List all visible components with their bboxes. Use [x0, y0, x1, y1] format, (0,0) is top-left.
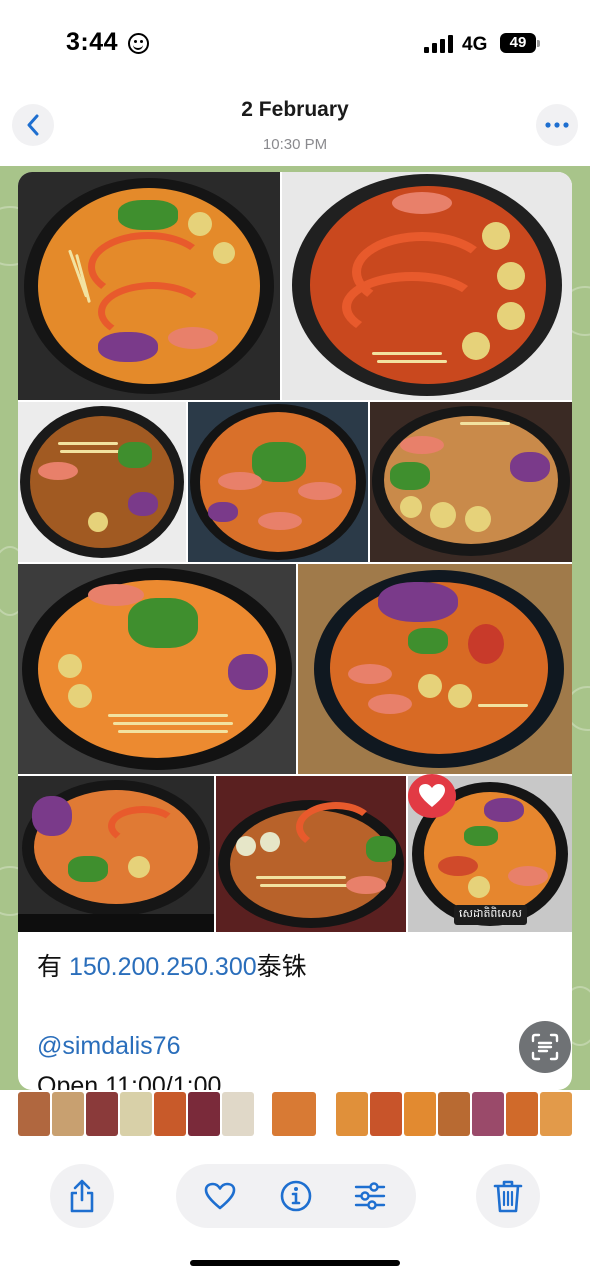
reaction-badge[interactable]	[408, 774, 456, 818]
thumbnail[interactable]	[120, 1092, 152, 1136]
page-title: 2 February	[241, 98, 349, 121]
status-time: 3:44	[66, 28, 119, 56]
thumbnail[interactable]	[86, 1092, 118, 1136]
message-bubble: សេដាតិពិសេស 有 150.200.250.300泰铢 @simdali…	[18, 172, 572, 1090]
thumbnail[interactable]	[540, 1092, 572, 1136]
opening-hours: Open 11:00/1:00	[37, 1072, 222, 1090]
food-photo[interactable]	[18, 776, 214, 932]
food-photo[interactable]	[18, 564, 296, 774]
viewer-header: 2 February 10:30 PM	[0, 90, 590, 162]
message-suffix: 泰铢	[256, 953, 307, 981]
heart-icon	[419, 784, 445, 807]
thumbnail[interactable]	[336, 1092, 368, 1136]
thumbnail[interactable]	[404, 1092, 436, 1136]
food-photo[interactable]	[216, 776, 406, 932]
thumbnail[interactable]	[472, 1092, 504, 1136]
more-button[interactable]	[536, 104, 578, 146]
favorite-button[interactable]	[188, 1164, 252, 1228]
adjust-button[interactable]	[338, 1164, 402, 1228]
food-photo[interactable]	[370, 402, 572, 562]
food-photo[interactable]	[298, 564, 572, 774]
ellipsis-icon	[545, 122, 569, 128]
page-subtitle: 10:30 PM	[262, 136, 328, 153]
action-pill	[176, 1164, 416, 1228]
smiley-icon	[128, 33, 149, 54]
thumbnail-current[interactable]	[272, 1092, 316, 1136]
food-photo[interactable]	[282, 172, 572, 400]
live-text-icon	[531, 1033, 559, 1061]
price-link[interactable]: 150.200.250.300	[69, 953, 257, 981]
battery-icon: 49	[500, 33, 540, 53]
thumbnail[interactable]	[506, 1092, 538, 1136]
food-photo[interactable]	[188, 402, 368, 562]
info-button[interactable]	[264, 1164, 328, 1228]
thumbnail[interactable]	[222, 1092, 254, 1136]
signal-icon	[424, 35, 454, 53]
network-type: 4G	[462, 34, 488, 55]
share-icon	[70, 1179, 94, 1213]
food-photo[interactable]	[18, 402, 186, 562]
home-indicator[interactable]	[190, 1260, 400, 1266]
bottom-toolbar	[0, 1150, 590, 1250]
photo-watermark: សេដាតិពិសេស	[454, 905, 527, 925]
delete-button[interactable]	[476, 1164, 540, 1228]
thumbnail[interactable]	[18, 1092, 50, 1136]
thumbnail[interactable]	[154, 1092, 186, 1136]
share-button[interactable]	[50, 1164, 114, 1228]
username-link[interactable]: @simdalis76	[37, 1032, 180, 1061]
status-bar: 3:44 4G 49	[0, 0, 590, 90]
scan-text-button[interactable]	[519, 1021, 571, 1073]
message-prefix: 有	[37, 953, 69, 981]
thumbnail[interactable]	[438, 1092, 470, 1136]
thumbnail[interactable]	[188, 1092, 220, 1136]
message-text: 有 150.200.250.300泰铢	[37, 952, 307, 982]
info-icon	[280, 1180, 312, 1212]
thumbnail-strip[interactable]	[0, 1090, 590, 1140]
thumbnail[interactable]	[370, 1092, 402, 1136]
thumbnail[interactable]	[52, 1092, 84, 1136]
food-photo[interactable]	[18, 172, 280, 400]
trash-icon	[493, 1180, 523, 1213]
heart-icon	[204, 1182, 236, 1210]
sliders-icon	[354, 1182, 386, 1210]
